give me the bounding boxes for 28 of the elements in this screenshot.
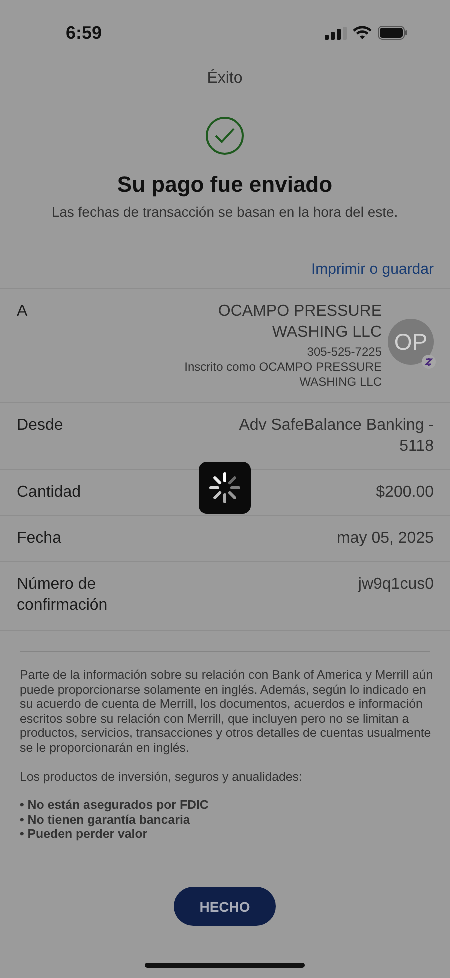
checkmark-icon bbox=[205, 116, 245, 156]
detail-value: $200.00 bbox=[376, 483, 434, 503]
disclaimer-paragraph: Parte de la información sobre su relación con Bank of America y Merrill aún puede proporcionarse solamente en inglés. Además, según lo indicado en su acuerdo de cuenta de Merrill, los documentos, acuerdos e información escritos sobre su relación con Merrill, que incluyen pero no se limitan a productos, servicios, transacciones y otros detalles de cuentas usualmente se le proporcionarán en inglés. bbox=[20, 668, 434, 756]
done-button[interactable]: HECHO bbox=[174, 887, 276, 926]
status-time: 6:59 bbox=[66, 22, 102, 44]
detail-value: may 05, 2025 bbox=[337, 529, 434, 549]
detail-label: Desde bbox=[17, 416, 64, 436]
signal-icon bbox=[325, 26, 347, 40]
print-link[interactable]: Imprimir o guardar bbox=[311, 261, 434, 278]
disclaimer-bullet: • No tienen garantía bancaria bbox=[20, 812, 192, 828]
detail-value: jw9q1cus0 bbox=[358, 575, 434, 595]
payee-enrollment: Inscrito como OCAMPO PRESSURE WASHING LLC bbox=[184, 360, 382, 390]
wifi-icon bbox=[353, 26, 372, 40]
disclaimer-bullet: • No están asegurados por FDIC bbox=[20, 798, 210, 813]
screen-title: Éxito bbox=[207, 70, 243, 88]
detail-label: A bbox=[17, 302, 29, 322]
disclaimer-bullet: • Pueden perder valor bbox=[20, 827, 149, 842]
confirmation-subtitle: Las fechas de transacción se basan en la hora del este. bbox=[52, 204, 398, 220]
payee-phone: 305-525-7225 bbox=[306, 345, 382, 360]
detail-label: Fecha bbox=[17, 529, 62, 549]
confirmation-heading: Su pago fue enviado bbox=[117, 172, 333, 198]
zelle-badge-icon bbox=[422, 355, 436, 369]
detail-label: Cantidad bbox=[17, 483, 82, 503]
battery-icon bbox=[378, 26, 408, 40]
disclaimer-intro: Los productos de inversión, seguros y anualidades: bbox=[20, 770, 304, 784]
detail-label: Número de confirmación bbox=[17, 575, 109, 616]
detail-value: Adv SafeBalance Banking - 5118 bbox=[238, 416, 434, 457]
payee-name: OCAMPO PRESSURE WASHING LLC bbox=[217, 302, 382, 343]
